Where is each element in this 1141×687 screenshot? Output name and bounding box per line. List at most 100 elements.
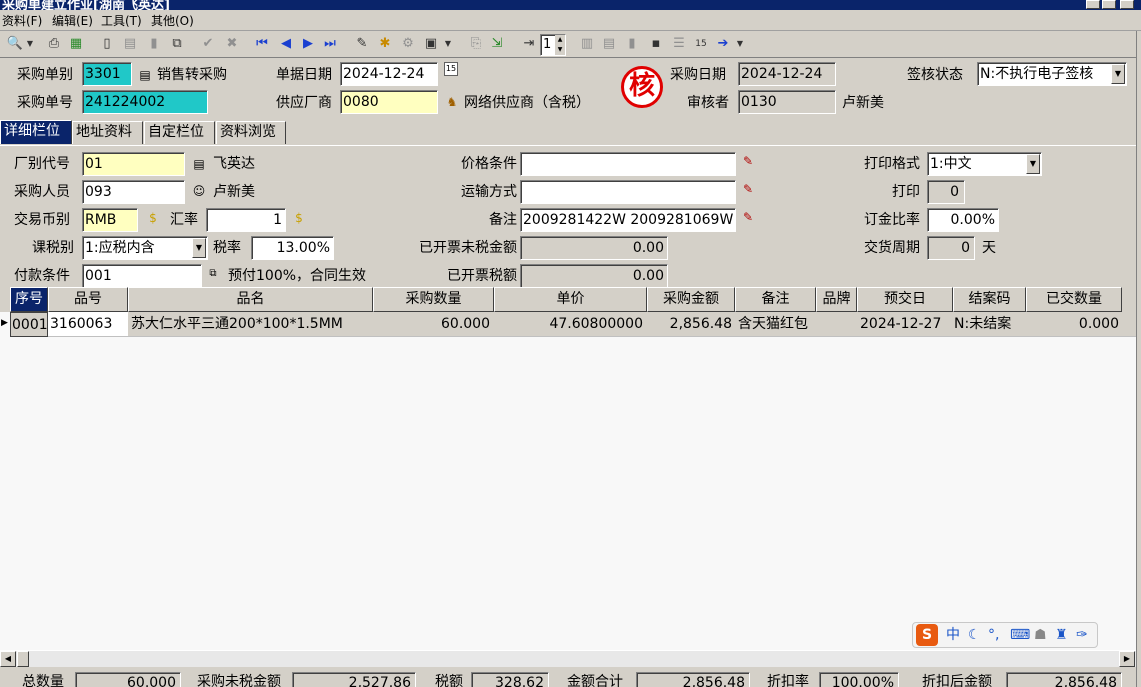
ime-lang[interactable]: 中 <box>946 626 960 644</box>
paint-icon[interactable]: ✱ <box>376 35 394 53</box>
factory-input[interactable]: 01 <box>82 152 185 176</box>
col-close-code[interactable]: 结案码 <box>953 287 1026 312</box>
chevron-down-icon[interactable]: ▼ <box>192 238 206 258</box>
col-amount[interactable]: 采购金额 <box>647 287 735 312</box>
document-icon[interactable]: ▤ <box>191 156 207 172</box>
col-brand[interactable]: 品牌 <box>816 287 857 312</box>
col-item-no[interactable]: 品号 <box>48 287 128 312</box>
delete-icon[interactable]: ▮ <box>145 35 163 53</box>
page-number-input[interactable]: 1 ▲ ▼ <box>540 34 566 56</box>
ime-logo[interactable]: S <box>916 624 938 646</box>
maximize-button[interactable] <box>1102 0 1116 9</box>
col-unit-price[interactable]: 单价 <box>494 287 647 312</box>
tab-custom[interactable]: 自定栏位 <box>144 121 215 144</box>
edit-note-icon[interactable]: ✎ <box>740 181 756 197</box>
calendar-icon[interactable]: 15 <box>692 35 710 53</box>
chevron-down-icon[interactable]: ▼ <box>25 35 35 53</box>
cell-delivered-qty[interactable]: 0.000 <box>1026 312 1136 337</box>
attach-icon[interactable]: ⎘ <box>467 35 485 53</box>
deposit-input[interactable]: 0.00% <box>927 208 999 232</box>
cell-item-no[interactable]: 3160063 <box>48 312 128 337</box>
minimize-button[interactable] <box>1086 0 1100 9</box>
col-due-date[interactable]: 预交日 <box>857 287 953 312</box>
save-icon[interactable]: ▪ <box>647 35 665 53</box>
new-doc-icon[interactable]: ▯ <box>98 35 116 53</box>
print-icon[interactable]: ⎙ <box>45 35 63 53</box>
list-icon[interactable]: ▤ <box>600 35 618 53</box>
edit-note-icon[interactable]: ✎ <box>740 153 756 169</box>
print-format-select[interactable]: 1:中文 ▼ <box>927 152 1042 176</box>
tax-type-select[interactable]: 1:应税内含 ▼ <box>82 236 208 260</box>
block-icon[interactable]: ▮ <box>623 35 641 53</box>
cell-amount[interactable]: 2,856.48 <box>647 312 735 337</box>
tab-browse[interactable]: 资料浏览 <box>216 121 286 144</box>
copy-doc-icon[interactable]: ▤ <box>121 35 139 53</box>
menu-other[interactable]: 其他(O) <box>151 12 194 29</box>
duplicate-icon[interactable]: ⧉ <box>168 35 186 53</box>
col-remark[interactable]: 备注 <box>735 287 816 312</box>
menu-edit[interactable]: 编辑(E) <box>52 12 93 29</box>
cell-remark[interactable]: 含天猫红包 <box>735 312 816 337</box>
menu-data[interactable]: 资料(F) <box>2 12 42 29</box>
wrench-icon[interactable]: ✑ <box>1076 626 1088 644</box>
cell-brand[interactable] <box>816 312 857 337</box>
exit-icon[interactable]: ➔ <box>714 35 732 53</box>
chevron-down-icon[interactable]: ▼ <box>443 35 453 53</box>
person-icon[interactable]: ☺ <box>191 183 207 199</box>
punctuation-icon[interactable]: °, <box>988 626 999 644</box>
screen-icon[interactable]: ▣ <box>422 35 440 53</box>
menu-tools[interactable]: 工具(T) <box>101 12 142 29</box>
query-icon[interactable]: 🔍 <box>6 35 24 53</box>
order-type-input[interactable]: 3301 <box>82 62 132 86</box>
col-item-name[interactable]: 品名 <box>128 287 373 312</box>
close-button[interactable] <box>1120 0 1134 9</box>
horizontal-scrollbar[interactable]: ◀ ▶ <box>0 650 1136 667</box>
calendar-icon[interactable]: 15 <box>444 62 458 76</box>
scroll-left-icon[interactable]: ◀ <box>0 651 16 667</box>
excel-icon[interactable]: ▦ <box>67 35 85 53</box>
page-stepper[interactable]: ▲ ▼ <box>555 35 565 55</box>
scroll-right-icon[interactable]: ▶ <box>1119 651 1135 667</box>
export-icon[interactable]: ⇲ <box>488 35 506 53</box>
confirm-icon[interactable]: ✔ <box>199 35 217 53</box>
doc-date-input[interactable]: 2024-12-24 <box>340 62 438 86</box>
cell-seq[interactable]: 0001 <box>10 312 48 337</box>
scroll-thumb[interactable] <box>17 651 29 667</box>
cell-unit-price[interactable]: 47.60800000 <box>494 312 647 337</box>
coin-icon[interactable]: $ <box>145 210 161 226</box>
tab-detail[interactable]: 详细栏位 <box>0 120 72 144</box>
supplier-input[interactable]: 0080 <box>340 90 438 114</box>
col-delivered-qty[interactable]: 已交数量 <box>1026 287 1122 312</box>
chevron-down-icon[interactable]: ▼ <box>1026 154 1040 174</box>
link-icon[interactable]: ⧉ <box>205 266 221 282</box>
layout-icon[interactable]: ☰ <box>670 35 688 53</box>
shirt-icon[interactable]: ♜ <box>1055 626 1068 644</box>
shipping-input[interactable] <box>520 180 736 204</box>
price-cond-input[interactable] <box>520 152 736 176</box>
coin-icon[interactable]: $ <box>291 210 307 226</box>
tab-address[interactable]: 地址资料 <box>72 121 143 144</box>
cell-item-name[interactable]: 苏大仁水平三通200*100*1.5MM <box>128 312 373 337</box>
col-qty[interactable]: 采购数量 <box>373 287 494 312</box>
sign-status-select[interactable]: N:不执行电子签核 ▼ <box>977 62 1127 86</box>
currency-input[interactable]: RMB <box>82 208 138 232</box>
ime-toolbar[interactable]: S 中 ☾ °, ⌨ ☗ ♜ ✑ <box>912 622 1098 648</box>
cell-qty[interactable]: 60.000 <box>373 312 494 337</box>
chevron-down-icon[interactable]: ▼ <box>735 35 745 53</box>
keyboard-icon[interactable]: ⌨ <box>1010 626 1030 644</box>
supplier-icon[interactable]: ♞ <box>444 94 460 110</box>
stamp-icon[interactable]: ⚙ <box>399 35 417 53</box>
chart-icon[interactable]: ▥ <box>578 35 596 53</box>
edit-note-icon[interactable]: ✎ <box>740 209 756 225</box>
last-record-icon[interactable]: ⏭ <box>321 35 339 53</box>
col-seq[interactable]: 序号 <box>10 287 48 312</box>
buyer-input[interactable]: 093 <box>82 180 185 204</box>
order-no-input[interactable]: 241224002 <box>82 90 208 114</box>
payment-input[interactable]: 001 <box>82 264 202 288</box>
cancel-icon[interactable]: ✖ <box>223 35 241 53</box>
user-icon[interactable]: ☗ <box>1034 626 1047 644</box>
prev-record-icon[interactable]: ◀ <box>277 35 295 53</box>
cell-due-date[interactable]: 2024-12-27 <box>857 312 953 337</box>
tool-icon[interactable]: ✎ <box>353 35 371 53</box>
tax-rate-input[interactable]: 13.00% <box>251 236 334 260</box>
